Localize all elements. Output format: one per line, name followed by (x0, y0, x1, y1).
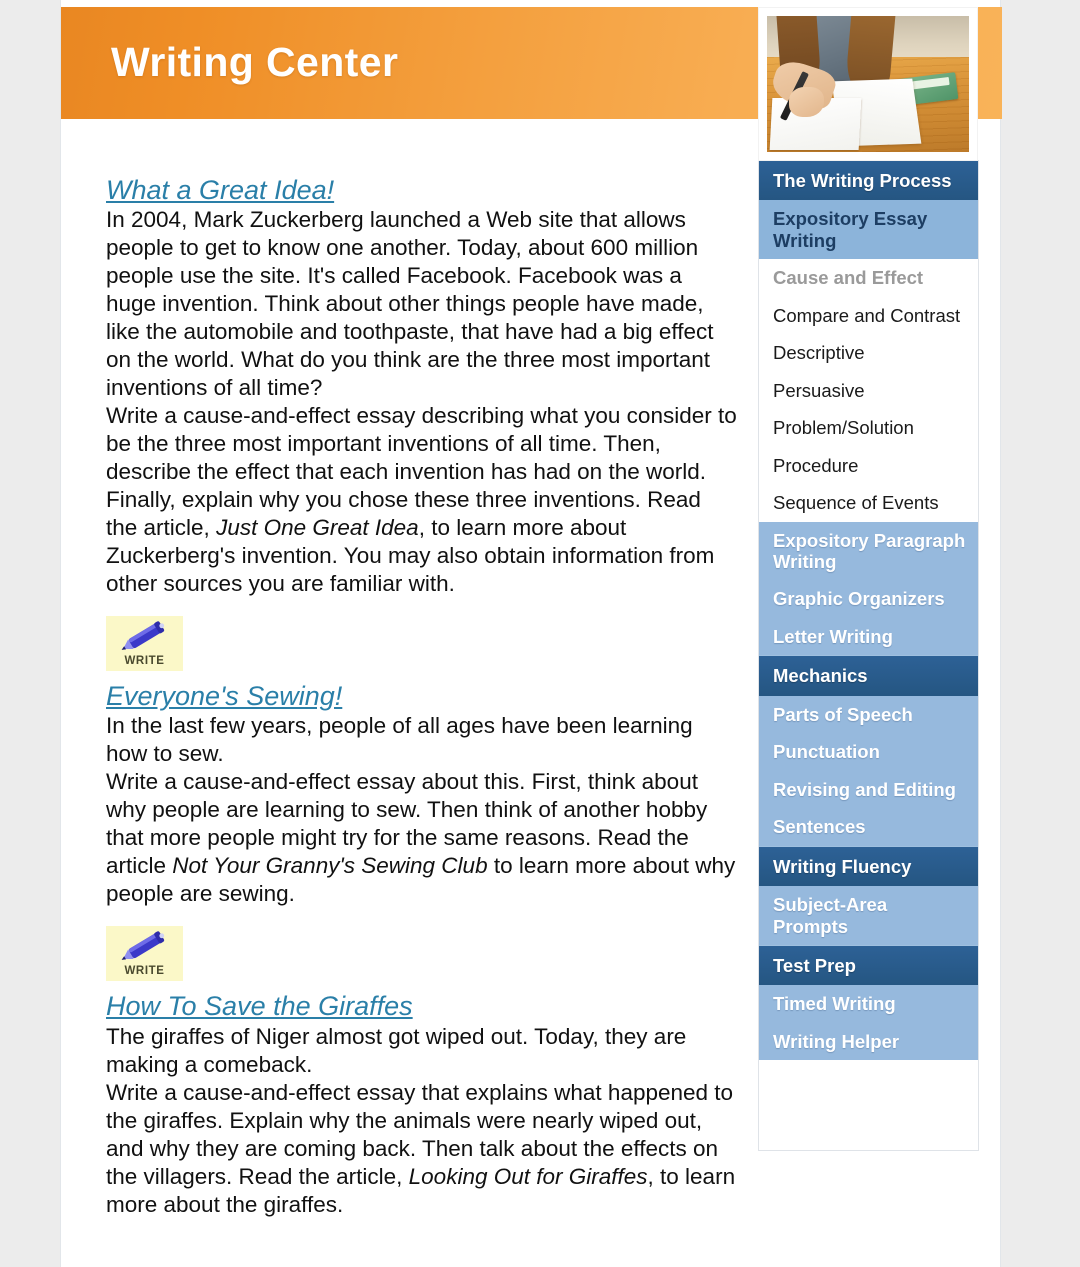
sidebar-item-test-prep[interactable]: Test Prep (759, 944, 978, 986)
sidebar-item-compare-and-contrast[interactable]: Compare and Contrast (759, 296, 978, 335)
sidebar-item-expository-paragraph-writing[interactable]: Expository Paragraph Writing (759, 521, 978, 581)
prompt-intro-text: In the last few years, people of all age… (106, 713, 693, 767)
sidebar-item-writing-fluency[interactable]: Writing Fluency (759, 845, 978, 887)
prompt-title-link[interactable]: How To Save the Giraffes (106, 991, 413, 1021)
sidebar-item-sequence-of-events[interactable]: Sequence of Events (759, 484, 978, 522)
sidebar-item-writing-helper[interactable]: Writing Helper (759, 1022, 978, 1061)
page-container: Writing Center What a Great Idea! In 200… (60, 0, 1002, 1267)
prompt-task-text: Write a cause-and-effect essay describin… (106, 402, 738, 598)
hero-photo-frame (759, 8, 977, 160)
sidebar-empty-tail (759, 1060, 978, 1151)
prompt-title-link[interactable]: Everyone's Sewing! (106, 681, 342, 711)
prompt-section: Everyone's Sewing! In the last few years… (61, 681, 758, 982)
sidebar-item-sentences[interactable]: Sentences (759, 808, 978, 846)
prompt-intro-text: The giraffes of Niger almost got wiped o… (106, 1023, 687, 1077)
sidebar-item-graphic-organizers[interactable]: Graphic Organizers (759, 580, 978, 618)
prompt-section: What a Great Idea! In 2004, Mark Zuckerb… (61, 175, 758, 672)
sidebar-nav: The Writing Process Expository Essay Wri… (758, 160, 979, 1152)
sidebar-item-the-writing-process[interactable]: The Writing Process (759, 160, 978, 201)
sidebar-item-revising-and-editing[interactable]: Revising and Editing (759, 770, 978, 809)
photo-girl-hand (789, 86, 824, 117)
write-button-label: WRITE (124, 655, 165, 668)
write-button-label: WRITE (124, 965, 165, 978)
pencil-icon (121, 931, 165, 961)
main-content: What a Great Idea! In 2004, Mark Zuckerb… (61, 119, 758, 1219)
pencil-icon (121, 621, 165, 651)
prompt-task-text: Write a cause-and-effect essay that expl… (106, 1079, 738, 1219)
prompt-task-text: Write a cause-and-effect essay about thi… (106, 768, 738, 908)
sidebar-item-punctuation[interactable]: Punctuation (759, 733, 978, 771)
sidebar-item-letter-writing[interactable]: Letter Writing (759, 617, 978, 656)
sidebar-item-problem-solution[interactable]: Problem/Solution (759, 409, 978, 447)
sidebar-item-mechanics[interactable]: Mechanics (759, 655, 978, 696)
sidebar-item-subject-area-prompts[interactable]: Subject-Area Prompts (759, 886, 978, 945)
sidebar-item-persuasive[interactable]: Persuasive (759, 371, 978, 410)
article-title: Just One Great Idea (216, 515, 419, 541)
article-title: Not Your Granny's Sewing Club (172, 853, 488, 879)
sidebar-item-timed-writing[interactable]: Timed Writing (759, 985, 978, 1023)
sidebar-item-descriptive[interactable]: Descriptive (759, 334, 978, 372)
prompt-section: How To Save the Giraffes The giraffes of… (61, 991, 758, 1218)
write-button[interactable]: WRITE (106, 926, 183, 982)
hero-photo-girl-writing (767, 16, 969, 152)
page-title: Writing Center (111, 39, 399, 85)
sidebar-item-parts-of-speech[interactable]: Parts of Speech (759, 695, 978, 734)
article-title: Looking Out for Giraffes (408, 1163, 648, 1189)
prompt-intro-text: In 2004, Mark Zuckerberg launched a Web … (106, 207, 714, 401)
sidebar-item-procedure[interactable]: Procedure (759, 446, 978, 485)
prompt-title-link[interactable]: What a Great Idea! (106, 175, 334, 205)
sidebar-item-cause-and-effect[interactable]: Cause and Effect (759, 259, 978, 297)
write-button[interactable]: WRITE (106, 616, 183, 672)
sidebar-item-expository-essay-writing[interactable]: Expository Essay Writing (759, 200, 978, 260)
